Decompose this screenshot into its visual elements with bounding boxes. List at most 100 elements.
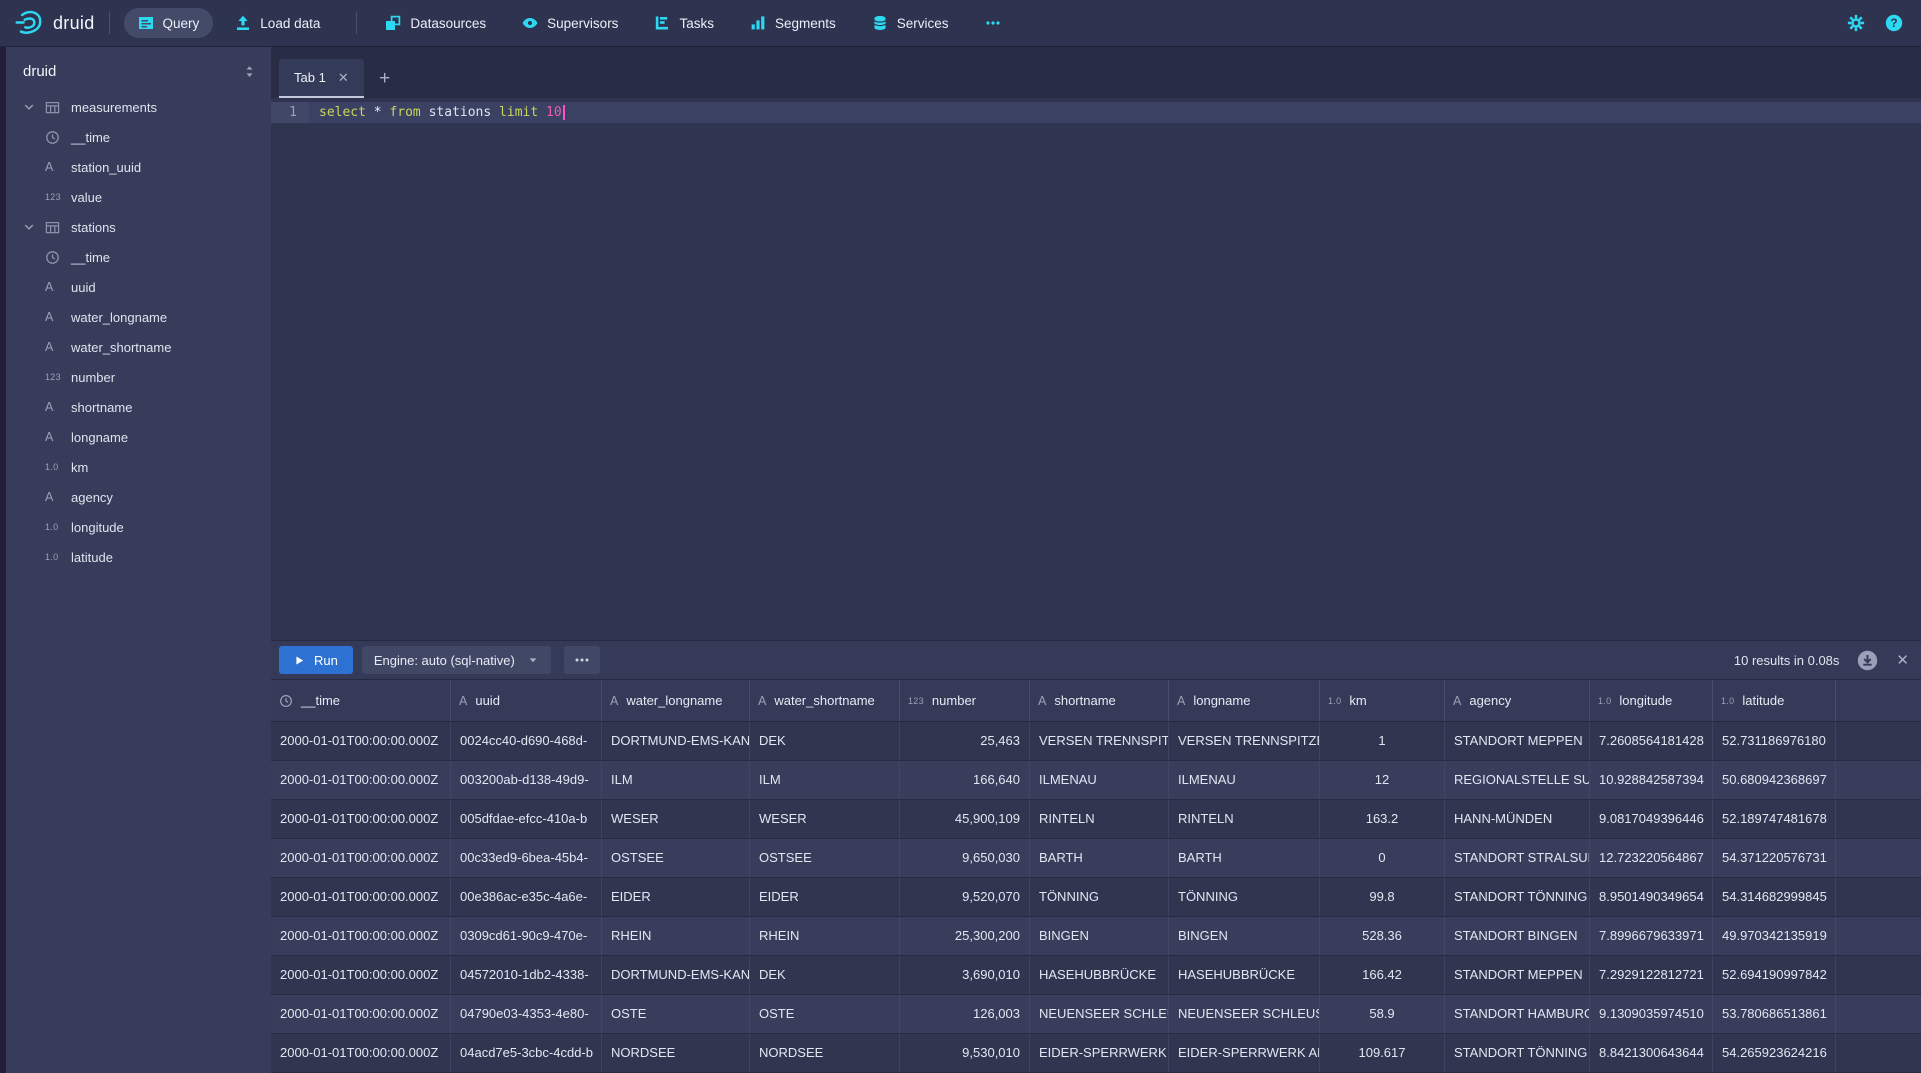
column-header-longitude[interactable]: 1.0longitude — [1590, 680, 1713, 721]
cell-shortname[interactable]: RINTELN — [1030, 800, 1169, 838]
cell-latitude[interactable]: 52.731186976180 — [1713, 722, 1836, 760]
cell-longitude[interactable]: 8.9501490349654 — [1590, 878, 1713, 916]
cell-shortname[interactable]: BINGEN — [1030, 917, 1169, 955]
sidebar-item-km[interactable]: 1.0km — [6, 452, 271, 482]
sort-icon[interactable] — [242, 64, 257, 79]
cell-agency[interactable]: STANDORT TÖNNING — [1445, 878, 1590, 916]
cell-water-longname[interactable]: EIDER — [602, 878, 750, 916]
cell-longname[interactable]: BARTH — [1169, 839, 1320, 877]
cell-shortname[interactable]: ILMENAU — [1030, 761, 1169, 799]
cell-shortname[interactable]: TÖNNING — [1030, 878, 1169, 916]
column-header-time[interactable]: __time — [271, 680, 451, 721]
cell-uuid[interactable]: 005dfdae-efcc-410a-b — [451, 800, 602, 838]
cell-agency[interactable]: STANDORT STRALSUND — [1445, 839, 1590, 877]
cell-shortname[interactable]: VERSEN TRENNSPITZE — [1030, 722, 1169, 760]
column-header-agency[interactable]: Aagency — [1445, 680, 1590, 721]
cell-water-shortname[interactable]: WESER — [750, 800, 900, 838]
sidebar-item-shortname[interactable]: Ashortname — [6, 392, 271, 422]
cell-km[interactable]: 1 — [1320, 722, 1445, 760]
column-header-number[interactable]: 123number — [900, 680, 1030, 721]
sidebar-item-longname[interactable]: Alongname — [6, 422, 271, 452]
sidebar-item-measurements[interactable]: measurements — [6, 92, 271, 122]
column-header-latitude[interactable]: 1.0latitude — [1713, 680, 1836, 721]
column-header-uuid[interactable]: Auuid — [451, 680, 602, 721]
cell-longitude[interactable]: 8.8421300643644 — [1590, 1034, 1713, 1072]
nav-item-segments[interactable]: Segments — [736, 8, 850, 38]
nav-item-supervisors[interactable]: Supervisors — [508, 8, 632, 38]
cell-agency[interactable]: STANDORT BINGEN — [1445, 917, 1590, 955]
run-button[interactable]: Run — [279, 646, 353, 674]
sidebar-item-value[interactable]: 123value — [6, 182, 271, 212]
cell-longname[interactable]: BINGEN — [1169, 917, 1320, 955]
cell-shortname[interactable]: NEUENSEER SCHLEUSE — [1030, 995, 1169, 1033]
cell-water-shortname[interactable]: ILM — [750, 761, 900, 799]
cell-uuid[interactable]: 04acd7e5-3cbc-4cdd-b — [451, 1034, 602, 1072]
cell-water-longname[interactable]: RHEIN — [602, 917, 750, 955]
nav-item-more[interactable] — [971, 8, 1015, 38]
cell-longname[interactable]: NEUENSEER SCHLEUSE — [1169, 995, 1320, 1033]
cell-number[interactable]: 9,530,010 — [900, 1034, 1030, 1072]
cell-water-longname[interactable]: DORTMUND-EMS-KANAL — [602, 722, 750, 760]
sidebar-item-agency[interactable]: Aagency — [6, 482, 271, 512]
cell-km[interactable]: 12 — [1320, 761, 1445, 799]
sidebar-item-time[interactable]: __time — [6, 122, 271, 152]
help-icon[interactable]: ? — [1885, 14, 1903, 32]
cell-latitude[interactable]: 53.780686513861 — [1713, 995, 1836, 1033]
cell-km[interactable]: 0 — [1320, 839, 1445, 877]
cell-km[interactable]: 528.36 — [1320, 917, 1445, 955]
cell-km[interactable]: 163.2 — [1320, 800, 1445, 838]
cell-number[interactable]: 25,463 — [900, 722, 1030, 760]
cell-uuid[interactable]: 0024cc40-d690-468d- — [451, 722, 602, 760]
cell-water-shortname[interactable]: OSTSEE — [750, 839, 900, 877]
cell-longname[interactable]: VERSEN TRENNSPITZE — [1169, 722, 1320, 760]
cell-longitude[interactable]: 10.928842587394 — [1590, 761, 1713, 799]
cell-latitude[interactable]: 50.680942368697 — [1713, 761, 1836, 799]
cell-water-longname[interactable]: WESER — [602, 800, 750, 838]
sidebar-item-time[interactable]: __time — [6, 242, 271, 272]
cell-latitude[interactable]: 49.970342135919 — [1713, 917, 1836, 955]
cell-uuid[interactable]: 04790e03-4353-4e80- — [451, 995, 602, 1033]
cell-water-longname[interactable]: NORDSEE — [602, 1034, 750, 1072]
column-header-longname[interactable]: Alongname — [1169, 680, 1320, 721]
cell-time[interactable]: 2000-01-01T00:00:00.000Z — [271, 995, 451, 1033]
cell-number[interactable]: 45,900,109 — [900, 800, 1030, 838]
cell-water-shortname[interactable]: DEK — [750, 722, 900, 760]
cell-shortname[interactable]: HASEHUBBRÜCKE — [1030, 956, 1169, 994]
cell-water-shortname[interactable]: OSTE — [750, 995, 900, 1033]
cell-agency[interactable]: STANDORT HAMBURG — [1445, 995, 1590, 1033]
cell-latitude[interactable]: 54.265923624216 — [1713, 1034, 1836, 1072]
cell-km[interactable]: 109.617 — [1320, 1034, 1445, 1072]
sidebar-item-water-longname[interactable]: Awater_longname — [6, 302, 271, 332]
cell-time[interactable]: 2000-01-01T00:00:00.000Z — [271, 956, 451, 994]
sidebar-item-longitude[interactable]: 1.0longitude — [6, 512, 271, 542]
column-header-water-shortname[interactable]: Awater_shortname — [750, 680, 900, 721]
cell-water-longname[interactable]: ILM — [602, 761, 750, 799]
cell-number[interactable]: 3,690,010 — [900, 956, 1030, 994]
cell-longitude[interactable]: 9.0817049396446 — [1590, 800, 1713, 838]
nav-item-query[interactable]: Query — [124, 8, 214, 38]
sidebar-item-latitude[interactable]: 1.0latitude — [6, 542, 271, 572]
expander[interactable] — [23, 101, 45, 113]
sidebar-item-stations[interactable]: stations — [6, 212, 271, 242]
cell-uuid[interactable]: 003200ab-d138-49d9- — [451, 761, 602, 799]
cell-longname[interactable]: ILMENAU — [1169, 761, 1320, 799]
cell-water-shortname[interactable]: DEK — [750, 956, 900, 994]
tab-close-icon[interactable]: ✕ — [338, 70, 349, 86]
cell-number[interactable]: 9,650,030 — [900, 839, 1030, 877]
cell-water-longname[interactable]: OSTSEE — [602, 839, 750, 877]
cell-time[interactable]: 2000-01-01T00:00:00.000Z — [271, 722, 451, 760]
cell-water-shortname[interactable]: EIDER — [750, 878, 900, 916]
cell-longname[interactable]: TÖNNING — [1169, 878, 1320, 916]
cell-water-shortname[interactable]: RHEIN — [750, 917, 900, 955]
query-more-button[interactable] — [564, 646, 600, 674]
close-results-icon[interactable]: ✕ — [1896, 651, 1909, 669]
cell-longitude[interactable]: 9.1309035974510 — [1590, 995, 1713, 1033]
brand[interactable]: druid — [14, 8, 95, 38]
cell-agency[interactable]: STANDORT TÖNNING — [1445, 1034, 1590, 1072]
cell-longname[interactable]: EIDER-SPERRWERK AP — [1169, 1034, 1320, 1072]
cell-time[interactable]: 2000-01-01T00:00:00.000Z — [271, 1034, 451, 1072]
cell-time[interactable]: 2000-01-01T00:00:00.000Z — [271, 878, 451, 916]
gear-icon[interactable] — [1847, 14, 1865, 32]
cell-agency[interactable]: STANDORT MEPPEN — [1445, 956, 1590, 994]
cell-time[interactable]: 2000-01-01T00:00:00.000Z — [271, 800, 451, 838]
